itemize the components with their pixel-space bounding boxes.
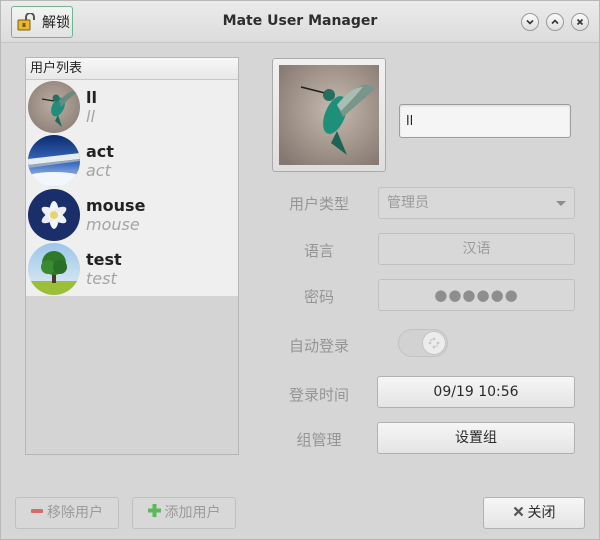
window-title: Mate User Manager: [222, 13, 378, 29]
tree-avatar: [28, 243, 80, 295]
user-list-header[interactable]: 用户列表: [26, 58, 238, 80]
language-button[interactable]: 汉语: [378, 233, 575, 265]
toggle-knob: [422, 331, 446, 355]
account-type-value: 管理员: [387, 195, 429, 211]
user-row-ll[interactable]: ll ll: [26, 80, 238, 134]
autologin-toggle[interactable]: [398, 329, 448, 357]
language-value: 汉语: [462, 241, 491, 257]
user-row-mouse[interactable]: mouse mouse: [26, 188, 238, 242]
minimize-button[interactable]: [521, 13, 539, 31]
chevron-up-icon: [551, 19, 559, 25]
user-realname: mouse: [86, 215, 140, 234]
remove-icon: [31, 498, 43, 528]
user-list[interactable]: 用户列表 ll ll act act mouse mouse test test: [25, 57, 239, 455]
user-name: mouse: [86, 196, 146, 215]
airplane-wing-avatar: [28, 135, 80, 187]
maximize-button[interactable]: [546, 13, 564, 31]
username-input[interactable]: [399, 104, 571, 138]
user-row-act[interactable]: act act: [26, 134, 238, 188]
add-icon: [147, 498, 161, 528]
account-type-label: 用户类型: [288, 195, 349, 213]
user-row-test[interactable]: test test: [26, 242, 238, 296]
password-label: 密码: [303, 288, 334, 306]
main-window: 解锁 Mate User Manager 用户列表 ll ll act act …: [0, 0, 600, 540]
set-groups-button[interactable]: 设置组: [377, 422, 575, 454]
close-icon: [576, 18, 584, 26]
remove-user-label: 移除用户: [47, 505, 103, 521]
chevron-down-icon: [526, 19, 534, 25]
close-button[interactable]: 关闭: [483, 497, 585, 529]
account-type-select[interactable]: 管理员: [378, 187, 575, 219]
last-login-button[interactable]: 09/19 10:56: [377, 376, 575, 408]
user-name: test: [86, 250, 122, 269]
user-realname: test: [86, 269, 117, 288]
toggle-grip-icon: [428, 337, 440, 349]
password-button[interactable]: ●●●●●●: [378, 279, 575, 311]
last-login-value: 09/19 10:56: [433, 384, 519, 400]
dropdown-arrow-icon: [556, 201, 566, 206]
close-window-button[interactable]: [571, 13, 589, 31]
user-realname: act: [86, 161, 111, 180]
titlebar: 解锁 Mate User Manager: [1, 1, 599, 43]
set-groups-label: 设置组: [455, 430, 497, 446]
hummingbird-avatar: [28, 81, 80, 133]
language-label: 语言: [303, 242, 334, 260]
close-icon: [513, 498, 524, 528]
autologin-label: 自动登录: [288, 337, 349, 355]
add-user-label: 添加用户: [164, 505, 221, 521]
white-flower-avatar: [28, 189, 80, 241]
add-user-button[interactable]: 添加用户: [132, 497, 236, 529]
user-realname: ll: [86, 107, 95, 126]
user-name: act: [86, 142, 114, 161]
change-avatar-button[interactable]: [272, 58, 386, 172]
remove-user-button[interactable]: 移除用户: [15, 497, 119, 529]
user-rows: ll ll act act mouse mouse test test: [26, 80, 238, 296]
close-label: 关闭: [527, 505, 556, 521]
user-name: ll: [86, 88, 97, 107]
group-manage-label: 组管理: [296, 431, 342, 449]
password-value: ●●●●●●: [434, 286, 519, 304]
hummingbird-avatar-large: [279, 65, 379, 165]
last-login-label: 登录时间: [288, 386, 349, 404]
